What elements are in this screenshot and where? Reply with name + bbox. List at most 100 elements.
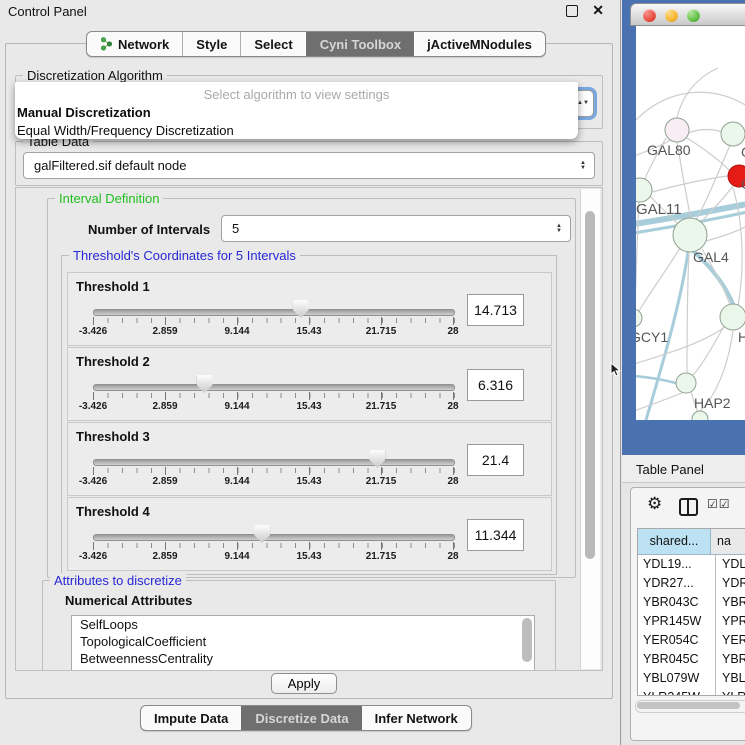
threshold-value-field[interactable]: 14.713 — [467, 294, 524, 326]
attribute-item-betweennesscentrality[interactable]: BetweennessCentrality — [72, 650, 534, 667]
column-header-name[interactable]: na — [711, 529, 745, 554]
network-edge[interactable] — [687, 252, 689, 373]
network-node[interactable] — [673, 218, 707, 252]
network-edge[interactable] — [636, 92, 745, 122]
slider-tick-label: 9.144 — [224, 476, 249, 487]
close-traffic-light[interactable] — [643, 9, 656, 22]
close-icon[interactable]: ✕ — [592, 2, 604, 19]
minimize-traffic-light[interactable] — [665, 9, 678, 22]
slider-major-tick — [453, 542, 454, 550]
apply-button[interactable]: Apply — [271, 673, 337, 694]
network-window-titlebar — [630, 3, 745, 26]
list-scrollbar-thumb[interactable] — [522, 618, 532, 662]
tab-label: Style — [196, 37, 227, 52]
threshold-value-field[interactable]: 6.316 — [467, 369, 524, 401]
zoom-traffic-light[interactable] — [687, 9, 700, 22]
network-graph: GAL80GACGAL11GAL4GCY1HHAP2 — [636, 26, 745, 420]
slider-tick-label: 2.859 — [152, 476, 177, 487]
slider-minor-ticks — [93, 318, 455, 323]
table-row[interactable]: YDL19...YDL1 — [638, 555, 745, 574]
network-edge[interactable] — [687, 138, 729, 170]
slider-major-tick — [165, 467, 166, 475]
algorithm-option-manual-discretization[interactable]: Manual Discretization — [15, 104, 578, 122]
threshold-slider-track[interactable] — [93, 309, 455, 316]
threshold-panel-1: Threshold 1-3.4262.8599.14415.4321.71528… — [67, 272, 552, 346]
network-node[interactable] — [721, 122, 745, 146]
slider-major-tick — [453, 317, 454, 325]
network-node[interactable] — [636, 309, 642, 327]
stepper-arrows-icon: ▲▼ — [551, 224, 567, 234]
tab-style[interactable]: Style — [182, 32, 240, 56]
tab-jactivemnodules[interactable]: jActiveMNodules — [414, 32, 545, 56]
attribute-item-selfloops[interactable]: SelfLoops — [72, 616, 534, 633]
table-row[interactable]: YDR27...YDR2 — [638, 574, 745, 593]
table-row[interactable]: YPR145WYPR1 — [638, 612, 745, 631]
interval-definition-group: Interval Definition Number of Intervals … — [47, 198, 576, 578]
split-view-icon[interactable] — [679, 498, 698, 516]
network-node[interactable] — [692, 411, 708, 420]
number-of-intervals-combobox[interactable]: 5 ▲▼ — [221, 215, 571, 242]
slider-major-tick — [309, 467, 310, 475]
control-panel-titlebar: Control Panel ✕ — [0, 0, 620, 22]
table-row[interactable]: YBR043CYBR0 — [638, 593, 745, 612]
vertical-scrollbar[interactable] — [580, 189, 600, 669]
table-data-combobox[interactable]: galFiltered.sif default node ▲▼ — [23, 152, 595, 179]
threshold-value-field[interactable]: 11.344 — [467, 519, 524, 551]
slider-tick-label: 21.715 — [366, 326, 397, 337]
network-node[interactable] — [676, 373, 696, 393]
slider-tick-label: 9.144 — [224, 551, 249, 562]
network-node[interactable] — [636, 178, 652, 202]
network-edge[interactable] — [688, 130, 722, 134]
network-node[interactable] — [720, 304, 745, 330]
gear-icon[interactable]: ⚙ — [647, 494, 662, 514]
threshold-slider-track[interactable] — [93, 534, 455, 541]
attribute-item-topologicalcoefficient[interactable]: TopologicalCoefficient — [72, 633, 534, 650]
cell-shared-name: YER054C — [638, 631, 716, 650]
slider-major-tick — [309, 542, 310, 550]
tab-cyni-toolbox[interactable]: Cyni Toolbox — [306, 32, 414, 56]
slider-tick-label: -3.426 — [79, 326, 107, 337]
network-edge[interactable] — [636, 202, 639, 309]
tab-impute-data[interactable]: Impute Data — [141, 706, 241, 730]
interval-definition-label: Interval Definition — [55, 191, 163, 206]
column-header-shared-name[interactable]: shared... — [638, 529, 711, 554]
threshold-slider-track[interactable] — [93, 459, 455, 466]
tab-label: Cyni Toolbox — [320, 37, 401, 52]
stepper-arrows-icon: ▲▼ — [577, 101, 589, 106]
float-window-icon[interactable] — [566, 5, 578, 17]
threshold-slider-track[interactable] — [93, 384, 455, 391]
numerical-attributes-list[interactable]: SelfLoopsTopologicalCoefficientBetweenne… — [71, 615, 535, 671]
slider-tick-label: 21.715 — [366, 401, 397, 412]
cell-shared-name: YPR145W — [638, 612, 716, 631]
tab-network[interactable]: Network — [87, 32, 182, 56]
slider-major-tick — [165, 317, 166, 325]
slider-major-tick — [381, 467, 382, 475]
table-row[interactable]: YER054CYER0 — [638, 631, 745, 650]
algorithm-options: Manual DiscretizationEqual Width/Frequen… — [15, 104, 578, 140]
table-row[interactable]: YBL079WYBL0 — [638, 669, 745, 688]
tab-infer-network[interactable]: Infer Network — [362, 706, 471, 730]
thresholds-group-label: Threshold's Coordinates for 5 Intervals — [69, 248, 300, 263]
network-canvas[interactable]: GAL80GACGAL11GAL4GCY1HHAP2 — [636, 26, 745, 420]
threshold-value-field[interactable]: 21.4 — [467, 444, 524, 476]
network-edge[interactable] — [652, 176, 728, 192]
tab-label: Network — [118, 37, 169, 52]
network-node[interactable] — [665, 118, 689, 142]
checkbox-columns-icon[interactable]: ☑☑ — [707, 497, 731, 511]
algorithm-option-equal-width-frequency-discretization[interactable]: Equal Width/Frequency Discretization — [15, 122, 578, 140]
horizontal-scrollbar-thumb[interactable] — [637, 702, 740, 709]
node-label-ga: GA — [741, 144, 745, 160]
table-row[interactable]: YBR045CYBR0 — [638, 650, 745, 669]
tab-discretize-data[interactable]: Discretize Data — [241, 706, 361, 730]
network-edge[interactable] — [693, 326, 724, 375]
slider-minor-ticks — [93, 393, 455, 398]
table-row[interactable]: YLR345WYLR3 — [638, 688, 745, 696]
slider-tick-label: 15.43 — [296, 476, 321, 487]
tab-select[interactable]: Select — [240, 32, 305, 56]
slider-tick-label: -3.426 — [79, 476, 107, 487]
network-edge[interactable] — [706, 226, 745, 241]
slider-tick-label: 15.43 — [296, 401, 321, 412]
network-edge[interactable] — [636, 248, 680, 316]
scrollbar-thumb[interactable] — [585, 211, 595, 559]
horizontal-scrollbar[interactable] — [635, 700, 745, 713]
